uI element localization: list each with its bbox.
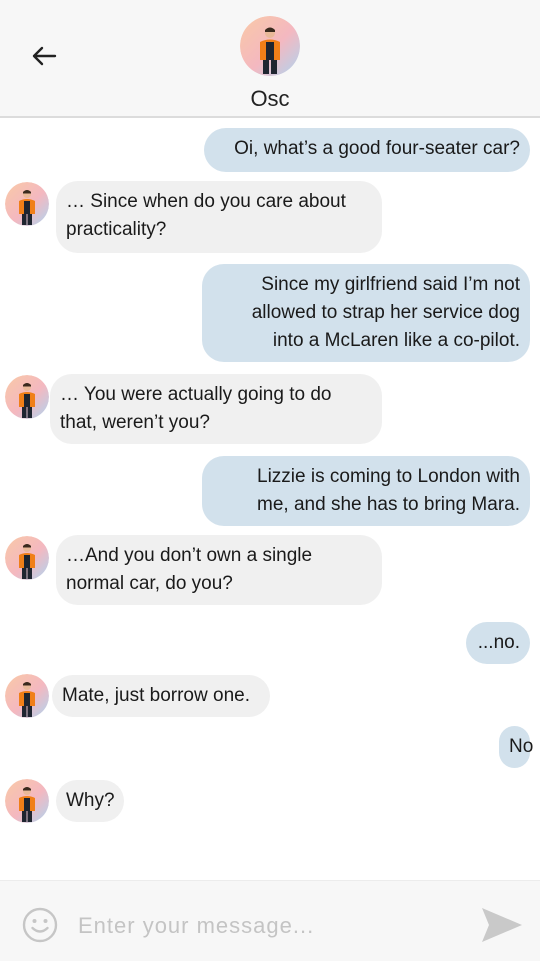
chat-header: Osc	[0, 0, 540, 118]
message-text-line: practicality?	[66, 219, 167, 240]
sender-avatar[interactable]	[5, 779, 49, 823]
message-text-line: into a McLaren like a co-pilot.	[272, 330, 520, 351]
message-text-line: ...no.	[477, 632, 520, 653]
outgoing-message[interactable]: Since my girlfriend said I’m not allowed …	[202, 264, 530, 362]
incoming-message[interactable]: …And you don’t own a single normal car, d…	[56, 535, 382, 605]
message-text-line: Oi, what’s a good four-seater car?	[234, 138, 520, 159]
message-composer	[0, 880, 540, 961]
outgoing-message[interactable]: No	[499, 726, 534, 768]
message-text-line: allowed to strap her service dog	[251, 302, 520, 323]
message-text-line: … Since when do you care about	[66, 191, 346, 212]
sender-avatar[interactable]	[5, 375, 49, 419]
contact-name: Osc	[250, 86, 290, 111]
message-text-line: Mate, just borrow one.	[62, 685, 250, 706]
outgoing-message[interactable]: ...no.	[466, 622, 530, 664]
incoming-message[interactable]: … You were actually going to do that, wer…	[50, 374, 382, 444]
message-text-line: No	[509, 736, 534, 757]
message-input[interactable]	[76, 905, 460, 947]
contact-avatar[interactable]	[240, 16, 300, 76]
back-button[interactable]	[28, 40, 60, 72]
incoming-message[interactable]: Why?	[56, 780, 124, 822]
smiley-icon[interactable]	[22, 907, 58, 943]
message-text-line: Lizzie is coming to London with	[257, 466, 520, 487]
sender-avatar[interactable]	[5, 182, 49, 226]
arrow-left-icon	[32, 46, 57, 66]
incoming-message[interactable]: Mate, just borrow one.	[52, 675, 270, 717]
message-text-line: … You were actually going to do	[60, 384, 332, 405]
outgoing-message[interactable]: Lizzie is coming to London with me, and s…	[202, 456, 530, 526]
message-text-line: Since my girlfriend said I’m not	[261, 274, 520, 295]
sender-avatar[interactable]	[5, 674, 49, 718]
message-text-line: Why?	[66, 790, 115, 811]
message-text-line: me, and she has to bring Mara.	[257, 494, 520, 515]
message-text-line: …And you don’t own a single	[66, 545, 313, 566]
send-icon[interactable]	[480, 905, 524, 945]
outgoing-message[interactable]: Oi, what’s a good four-seater car?	[204, 128, 530, 172]
sender-avatar[interactable]	[5, 536, 49, 580]
message-text-line: normal car, do you?	[66, 573, 233, 594]
incoming-message[interactable]: … Since when do you care about practicali…	[56, 181, 382, 253]
message-text-line: that, weren’t you?	[60, 412, 210, 433]
